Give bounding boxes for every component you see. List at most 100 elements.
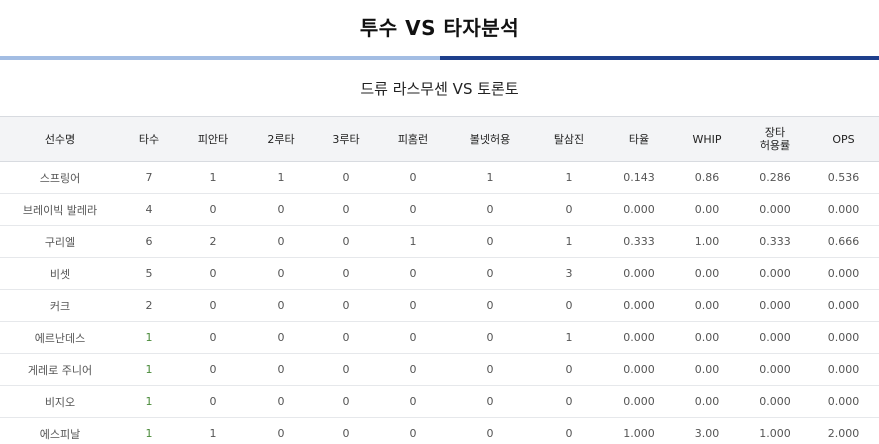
stat-cell: 0.00 — [672, 385, 742, 418]
stat-cell: 0.000 — [808, 321, 879, 354]
stat-cell: 0 — [532, 289, 606, 322]
stat-cell: 0 — [314, 321, 378, 354]
pitcher-vs-batter-panel: 투수 VS 타자분석 드류 라스무센 VS 토론토 선수명 타수 피안타 2루타 3루타… — [0, 0, 879, 444]
stat-cell: 0.000 — [742, 385, 808, 418]
stat-cell: 0.000 — [606, 257, 672, 290]
stat-cell: 0 — [448, 353, 532, 386]
stat-cell: 1 — [120, 353, 178, 386]
stat-cell: 0.666 — [808, 225, 879, 258]
column-header: WHIP — [672, 116, 742, 162]
stat-cell: 0.00 — [672, 193, 742, 226]
stat-cell: 1 — [120, 385, 178, 418]
column-header: 볼넷허용 — [448, 116, 532, 162]
stat-cell: 0.000 — [742, 193, 808, 226]
stat-cell: 0 — [178, 193, 248, 226]
stat-cell: 1.00 — [672, 225, 742, 258]
stat-cell: 1.000 — [742, 417, 808, 444]
stat-cell: 1 — [178, 161, 248, 194]
stat-cell: 0 — [178, 353, 248, 386]
column-header: 탈삼진 — [532, 116, 606, 162]
player-name-cell: 커크 — [0, 289, 120, 322]
header-row: 선수명 타수 피안타 2루타 3루타 피홈런 볼넷허용 탈삼진 타율 WHIP 장타 허용률 OPS — [0, 116, 879, 162]
stat-cell: 0.143 — [606, 161, 672, 194]
stat-cell: 0 — [248, 257, 314, 290]
stat-cell: 0.000 — [808, 193, 879, 226]
stat-cell: 0.00 — [672, 257, 742, 290]
stat-cell: 0 — [532, 417, 606, 444]
stat-cell: 0.00 — [672, 321, 742, 354]
stat-cell: 1.000 — [606, 417, 672, 444]
stat-cell: 0 — [532, 385, 606, 418]
player-name-cell: 게레로 주니어 — [0, 353, 120, 386]
stat-cell: 0 — [248, 353, 314, 386]
stat-cell: 0 — [178, 289, 248, 322]
stat-cell: 0 — [314, 289, 378, 322]
stat-cell: 0.000 — [808, 257, 879, 290]
stat-cell: 0.000 — [606, 385, 672, 418]
stat-cell: 0 — [448, 417, 532, 444]
column-header: 피안타 — [178, 116, 248, 162]
stat-cell: 0.536 — [808, 161, 879, 194]
table-row: 구리엘 6 2 0 0 1 0 1 0.333 1.00 0.333 0.666 — [0, 225, 879, 258]
stat-cell: 0.000 — [606, 353, 672, 386]
stat-cell: 0 — [248, 385, 314, 418]
table-row: 스프링어 7 1 1 0 0 1 1 0.143 0.86 0.286 0.536 — [0, 161, 879, 194]
matchup-subtitle: 드류 라스무센 VS 토론토 — [360, 80, 519, 98]
stat-cell: 0.000 — [742, 321, 808, 354]
stat-cell: 0 — [378, 353, 448, 386]
stat-cell: 5 — [120, 257, 178, 290]
stat-cell: 1 — [378, 225, 448, 258]
stat-cell: 2 — [120, 289, 178, 322]
stat-cell: 0.333 — [606, 225, 672, 258]
column-header: 선수명 — [0, 116, 120, 162]
stat-cell: 0.000 — [742, 257, 808, 290]
stat-cell: 0 — [314, 225, 378, 258]
stat-cell: 1 — [178, 417, 248, 444]
stat-cell: 0.000 — [808, 289, 879, 322]
player-name-cell: 에르난데스 — [0, 321, 120, 354]
stat-cell: 0.000 — [742, 353, 808, 386]
stat-cell: 1 — [248, 161, 314, 194]
column-header: 3루타 — [314, 116, 378, 162]
stat-cell: 0 — [178, 385, 248, 418]
stat-cell: 6 — [120, 225, 178, 258]
stat-cell: 0 — [532, 353, 606, 386]
table-row: 에르난데스 1 0 0 0 0 0 1 0.000 0.00 0.000 0.000 — [0, 321, 879, 354]
player-name-cell: 에스피날 — [0, 417, 120, 444]
stat-cell: 0 — [448, 289, 532, 322]
stat-cell: 0 — [248, 225, 314, 258]
stat-cell: 0 — [448, 193, 532, 226]
stat-cell: 0 — [448, 225, 532, 258]
stat-cell: 0 — [378, 257, 448, 290]
stat-cell: 0 — [248, 417, 314, 444]
stat-cell: 0 — [248, 289, 314, 322]
column-header: 장타 허용률 — [742, 116, 808, 162]
player-name-cell: 브레이빅 발레라 — [0, 193, 120, 226]
stat-cell: 0 — [248, 321, 314, 354]
table-row: 게레로 주니어 1 0 0 0 0 0 0 0.000 0.00 0.000 0.000 — [0, 353, 879, 386]
page-title: 투수 VS 타자분석 — [359, 16, 520, 40]
stat-cell: 0 — [178, 257, 248, 290]
stat-cell: 1 — [120, 417, 178, 444]
stat-cell: 1 — [120, 321, 178, 354]
table-row: 에스피날 1 1 0 0 0 0 0 1.000 3.00 1.000 2.000 — [0, 417, 879, 444]
stat-cell: 0.333 — [742, 225, 808, 258]
stat-cell: 3 — [532, 257, 606, 290]
stat-cell: 0 — [378, 161, 448, 194]
stat-cell: 0 — [378, 385, 448, 418]
table-row: 비셋 5 0 0 0 0 0 3 0.000 0.00 0.000 0.000 — [0, 257, 879, 290]
stat-cell: 0.000 — [742, 289, 808, 322]
stat-cell: 0 — [314, 257, 378, 290]
stat-cell: 0 — [178, 321, 248, 354]
column-header: 타수 — [120, 116, 178, 162]
stat-cell: 0.86 — [672, 161, 742, 194]
stat-cell: 0.000 — [606, 321, 672, 354]
stat-cell: 1 — [532, 161, 606, 194]
stat-cell: 0.000 — [808, 353, 879, 386]
stats-table-body: 스프링어 7 1 1 0 0 1 1 0.143 0.86 0.286 0.536 브레이빅 발레라 4 0… — [0, 161, 879, 444]
table-row: 비지오 1 0 0 0 0 0 0 0.000 0.00 0.000 0.000 — [0, 385, 879, 418]
stat-cell: 1 — [448, 161, 532, 194]
stat-cell: 0.286 — [742, 161, 808, 194]
player-name-cell: 스프링어 — [0, 161, 120, 194]
column-header: 타율 — [606, 116, 672, 162]
